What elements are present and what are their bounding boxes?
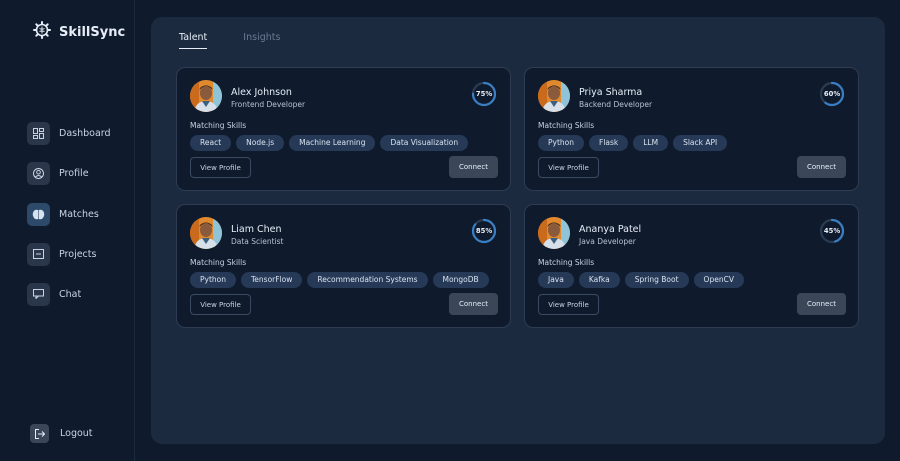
connect-button[interactable]: Connect xyxy=(449,156,498,178)
talent-card: Priya Sharma Backend Developer 60% Match… xyxy=(524,67,859,191)
skill-chips: Python TensorFlow Recommendation Systems Mo… xyxy=(190,272,489,288)
avatar xyxy=(538,80,570,112)
view-profile-button[interactable]: View Profile xyxy=(538,294,599,315)
match-score: 45% xyxy=(823,227,841,235)
connect-button[interactable]: Connect xyxy=(449,293,498,315)
tab-bar: Talent Insights xyxy=(179,32,280,49)
talent-card: Liam Chen Data Scientist 85% Matching Sk… xyxy=(176,204,511,328)
sidebar-item-chat[interactable]: Chat xyxy=(27,281,127,307)
view-profile-button[interactable]: View Profile xyxy=(190,294,251,315)
sidebar-item-label: Matches xyxy=(59,208,99,220)
skill-chips: React Node.js Machine Learning Data Visuali… xyxy=(190,135,469,151)
chat-icon xyxy=(27,282,50,306)
talent-name: Liam Chen xyxy=(231,224,282,235)
logout-button[interactable]: Logout xyxy=(30,424,93,443)
match-score-ring: 45% xyxy=(819,218,845,244)
talent-role: Backend Developer xyxy=(579,100,653,109)
skill-chip: Flask xyxy=(589,135,629,151)
skill-chip: TensorFlow xyxy=(241,272,303,288)
tab-talent[interactable]: Talent xyxy=(179,32,208,49)
skill-chip: Data Visualization xyxy=(380,135,469,151)
match-score: 60% xyxy=(823,90,841,98)
match-score-ring: 75% xyxy=(471,81,497,107)
sidebar-item-matches[interactable]: Matches xyxy=(27,201,127,227)
match-score-ring: 85% xyxy=(471,218,497,244)
sidebar: SkillSync Dashboard Profile Matches Proj… xyxy=(0,0,135,461)
sidebar-item-label: Dashboard xyxy=(59,127,111,139)
skill-chip: MongoDB xyxy=(432,272,489,288)
skill-chips: Python Flask LLM Slack API xyxy=(538,135,728,151)
matching-skills-title: Matching Skills xyxy=(538,121,595,130)
talent-name: Priya Sharma xyxy=(579,87,643,98)
skill-chip: React xyxy=(190,135,232,151)
gear-brain-icon xyxy=(33,21,51,43)
logout-icon xyxy=(30,424,49,443)
sidebar-item-projects[interactable]: Projects xyxy=(27,241,127,267)
skill-chip: Recommendation Systems xyxy=(307,272,428,288)
matching-skills-title: Matching Skills xyxy=(538,258,595,267)
avatar xyxy=(190,80,222,112)
brand-name: SkillSync xyxy=(59,24,126,40)
skill-chip: Machine Learning xyxy=(289,135,376,151)
talent-role: Java Developer xyxy=(579,237,636,246)
skill-chip: Python xyxy=(190,272,236,288)
brand[interactable]: SkillSync xyxy=(33,21,125,43)
connect-button[interactable]: Connect xyxy=(797,293,846,315)
dashboard-icon xyxy=(27,121,50,145)
talent-name: Ananya Patel xyxy=(579,224,642,235)
matching-skills-title: Matching Skills xyxy=(190,258,247,267)
talent-role: Data Scientist xyxy=(231,237,284,246)
logout-label: Logout xyxy=(60,428,93,439)
connect-button[interactable]: Connect xyxy=(797,156,846,178)
avatar xyxy=(538,217,570,249)
skill-chip: Java xyxy=(538,272,574,288)
sidebar-item-profile[interactable]: Profile xyxy=(27,160,127,186)
skill-chip: Spring Boot xyxy=(624,272,689,288)
skill-chip: LLM xyxy=(633,135,669,151)
main-panel: Talent Insights Alex Johnson Frontend De… xyxy=(151,17,885,444)
skill-chips: Java Kafka Spring Boot OpenCV xyxy=(538,272,744,288)
match-score: 85% xyxy=(475,227,493,235)
projects-icon xyxy=(27,242,50,266)
sidebar-item-label: Projects xyxy=(59,248,97,260)
talent-card: Alex Johnson Frontend Developer 75% Matc… xyxy=(176,67,511,191)
profile-icon xyxy=(27,161,50,185)
matching-skills-title: Matching Skills xyxy=(190,121,247,130)
skill-chip: OpenCV xyxy=(693,272,744,288)
sidebar-item-dashboard[interactable]: Dashboard xyxy=(27,120,127,146)
talent-role: Frontend Developer xyxy=(231,100,306,109)
skill-chip: Kafka xyxy=(578,272,620,288)
tab-insights[interactable]: Insights xyxy=(243,32,280,49)
skill-chip: Node.js xyxy=(236,135,285,151)
match-score-ring: 60% xyxy=(819,81,845,107)
avatar xyxy=(190,217,222,249)
talent-name: Alex Johnson xyxy=(231,87,292,98)
sidebar-item-label: Chat xyxy=(59,288,82,300)
brain-icon xyxy=(27,202,50,226)
sidebar-item-label: Profile xyxy=(59,167,89,179)
match-score: 75% xyxy=(475,90,493,98)
skill-chip: Slack API xyxy=(673,135,728,151)
skill-chip: Python xyxy=(538,135,584,151)
view-profile-button[interactable]: View Profile xyxy=(538,157,599,178)
talent-card: Ananya Patel Java Developer 45% Matching… xyxy=(524,204,859,328)
view-profile-button[interactable]: View Profile xyxy=(190,157,251,178)
